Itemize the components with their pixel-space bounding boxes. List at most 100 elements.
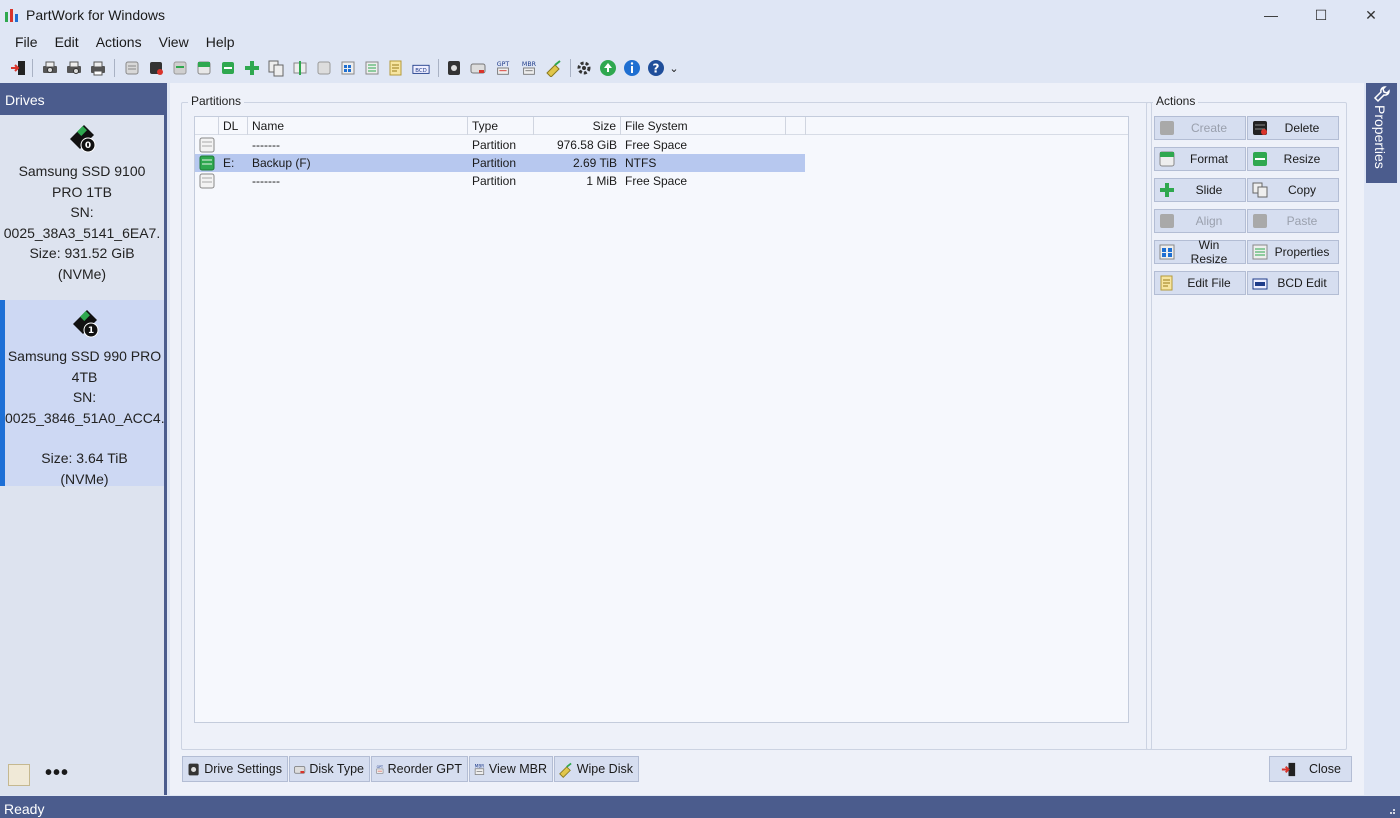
align-icon[interactable]: [290, 58, 310, 78]
update-icon[interactable]: [598, 58, 618, 78]
drive-settings-button[interactable]: Drive Settings: [182, 756, 288, 782]
copy-icon[interactable]: [266, 58, 286, 78]
paste-icon[interactable]: [314, 58, 334, 78]
menu-view[interactable]: View: [152, 30, 196, 54]
drive-serial: 0025_38A3_5141_6EA7.: [3, 224, 161, 241]
drives-footer: •••: [0, 756, 164, 795]
column-header-type[interactable]: Type: [468, 117, 534, 135]
print-preview-2-icon[interactable]: [64, 58, 84, 78]
align-label: Align: [1195, 214, 1223, 228]
win-resize-button[interactable]: Win Resize: [1154, 238, 1246, 266]
resize-icon[interactable]: [218, 58, 238, 78]
format-label: Format: [1189, 152, 1228, 166]
resize-grip-icon[interactable]: [1386, 805, 1396, 815]
print-preview-icon[interactable]: [40, 58, 60, 78]
paste-label: Paste: [1286, 214, 1318, 228]
slide-icon[interactable]: [242, 58, 262, 78]
edit-file-icon[interactable]: [386, 58, 406, 78]
menu-edit[interactable]: Edit: [48, 30, 86, 54]
table-row[interactable]: ------- Partition 976.58 GiB Free Space: [195, 136, 805, 154]
paste-icon: [1253, 214, 1267, 228]
slide-button[interactable]: Slide: [1154, 178, 1246, 202]
drive-settings-label: Drive Settings: [204, 762, 282, 776]
minimize-button[interactable]: —: [1246, 0, 1296, 30]
bcd-edit-icon[interactable]: BCD: [410, 58, 432, 78]
reorder-gpt-icon: GPT: [376, 764, 384, 774]
drive-serial: 0025_3846_51A0_ACC4.: [5, 409, 164, 426]
align-button[interactable]: Align: [1154, 209, 1246, 233]
resize-label: Resize: [1283, 152, 1321, 166]
drive-item-0[interactable]: 0 Samsung SSD 9100 PRO 1TB SN: 0025_38A3…: [0, 115, 164, 289]
disk-icon[interactable]: [170, 58, 190, 78]
properties-button[interactable]: Properties: [1247, 240, 1339, 264]
create-partition-icon[interactable]: [122, 58, 142, 78]
column-header-icon[interactable]: [195, 117, 219, 135]
cell-size: 1 MiB: [586, 174, 617, 188]
view-mbr-button[interactable]: MBR View MBR: [469, 756, 553, 782]
mbr-label: MBR: [522, 61, 537, 68]
wipe-disk-button[interactable]: Wipe Disk: [554, 756, 639, 782]
column-header-extra[interactable]: [786, 117, 806, 135]
column-header-file-system[interactable]: File System: [621, 117, 786, 135]
column-header-size[interactable]: Size: [534, 117, 621, 135]
more-options-button[interactable]: •••: [45, 762, 69, 785]
exit-icon: [1281, 762, 1296, 776]
properties-label: Properties: [1274, 245, 1330, 259]
close-button[interactable]: Close: [1269, 756, 1352, 782]
win-resize-icon: [1159, 244, 1175, 260]
drive-size: Size: 3.64 TiB: [41, 450, 128, 466]
drive-item-1[interactable]: 1 Samsung SSD 990 PRO 4TB SN: 0025_3846_…: [0, 300, 164, 487]
create-button[interactable]: Create: [1154, 116, 1246, 140]
delete-button[interactable]: Delete: [1247, 116, 1339, 140]
partition-list[interactable]: DL Name Type Size File System ------- Pa…: [194, 116, 1129, 723]
edit-file-icon: [1160, 275, 1173, 291]
slide-label: Slide: [1195, 183, 1223, 197]
menu-actions[interactable]: Actions: [89, 30, 149, 54]
properties-tab[interactable]: Properties: [1366, 83, 1397, 183]
create-label: Create: [1190, 121, 1228, 135]
menu-file[interactable]: File: [8, 30, 45, 54]
view-mbr-icon[interactable]: MBR: [518, 58, 540, 78]
edit-file-button[interactable]: Edit File: [1154, 271, 1246, 295]
info-icon[interactable]: [622, 58, 642, 78]
properties-icon[interactable]: [362, 58, 382, 78]
ntfs-partition-icon: [199, 155, 215, 171]
reorder-gpt-icon[interactable]: GPT: [492, 58, 514, 78]
format-button[interactable]: Format: [1154, 147, 1246, 171]
cell-name: Backup (F): [252, 156, 311, 170]
title-bar: PartWork for Windows — ☐ ✕: [0, 0, 1400, 30]
help-icon[interactable]: ?: [646, 58, 666, 78]
copy-button[interactable]: Copy: [1247, 178, 1339, 202]
bcd-edit-button[interactable]: BCD Edit: [1247, 271, 1339, 295]
edit-file-label: Edit File: [1187, 276, 1231, 290]
app-icon: [5, 9, 18, 22]
toolbar-overflow-icon[interactable]: ⌄: [668, 58, 680, 78]
format-icon[interactable]: [194, 58, 214, 78]
notes-icon[interactable]: [8, 764, 30, 786]
drive-settings-icon[interactable]: [444, 58, 464, 78]
win-resize-icon[interactable]: [338, 58, 358, 78]
gpt-label: GPT: [497, 61, 510, 68]
reorder-gpt-button[interactable]: GPT Reorder GPT: [371, 756, 468, 782]
settings-icon[interactable]: [574, 58, 594, 78]
format-icon: [1159, 151, 1175, 167]
delete-partition-icon[interactable]: [146, 58, 166, 78]
maximize-button[interactable]: ☐: [1296, 0, 1346, 30]
column-header-dl[interactable]: DL: [219, 117, 248, 135]
paste-button[interactable]: Paste: [1247, 209, 1339, 233]
menu-help[interactable]: Help: [199, 30, 242, 54]
table-row[interactable]: ------- Partition 1 MiB Free Space: [195, 172, 805, 190]
drives-header: Drives: [0, 83, 167, 115]
create-icon: [1160, 121, 1174, 135]
resize-button[interactable]: Resize: [1247, 147, 1339, 171]
disk-type-icon[interactable]: [468, 58, 488, 78]
close-window-button[interactable]: ✕: [1346, 0, 1396, 30]
disk-type-button[interactable]: Disk Type: [289, 756, 370, 782]
print-icon[interactable]: [88, 58, 108, 78]
svg-text:GPT: GPT: [377, 764, 383, 768]
exit-icon[interactable]: [8, 58, 28, 78]
wipe-disk-icon[interactable]: [544, 58, 564, 78]
column-header-name[interactable]: Name: [248, 117, 468, 135]
cell-file-system: Free Space: [625, 138, 688, 152]
table-row[interactable]: E: Backup (F) Partition 2.69 TiB NTFS: [195, 154, 805, 172]
